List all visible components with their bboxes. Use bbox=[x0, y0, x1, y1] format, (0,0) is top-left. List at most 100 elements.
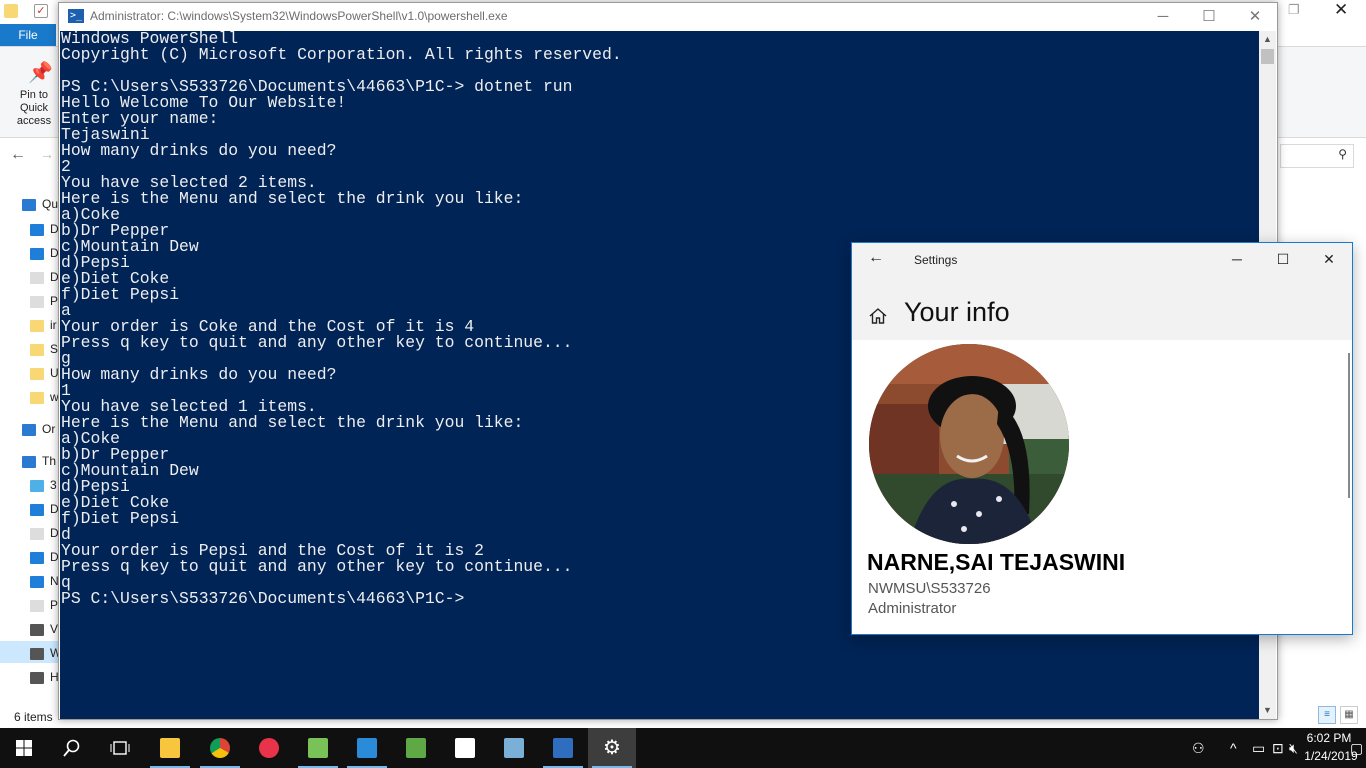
nav-item-icon bbox=[30, 319, 44, 332]
forward-arrow-icon[interactable]: → bbox=[40, 146, 54, 162]
user-name: NARNE,SAI TEJASWINI bbox=[867, 549, 1126, 575]
nav-item-icon bbox=[30, 551, 44, 564]
nav-item-label: V bbox=[50, 622, 59, 636]
user-account: NWMSU\S533726 bbox=[868, 580, 991, 597]
nav-item-icon bbox=[30, 527, 44, 540]
search-icon bbox=[63, 739, 80, 757]
visual-studio-code-icon bbox=[357, 738, 377, 758]
scroll-down-icon[interactable]: ▼ bbox=[1259, 702, 1276, 719]
taskbar-app-red[interactable] bbox=[245, 728, 293, 768]
nav-item-label: Qu bbox=[42, 197, 59, 211]
task-view-icon bbox=[110, 741, 130, 755]
pin-to-quick-access-label[interactable]: Pin to Quick access bbox=[8, 89, 60, 128]
details-view-icon[interactable]: ≡ bbox=[1318, 706, 1336, 724]
properties-icon[interactable]: ✓ bbox=[34, 4, 48, 18]
taskbar-powershell[interactable] bbox=[539, 728, 587, 768]
home-icon[interactable] bbox=[868, 306, 888, 326]
file-tab[interactable]: File bbox=[0, 24, 56, 46]
taskbar-file-explorer[interactable] bbox=[146, 728, 194, 768]
status-item-count: 6 items bbox=[14, 710, 53, 724]
nav-item-label: P bbox=[50, 598, 59, 612]
pin-icon[interactable]: 📌 bbox=[28, 60, 53, 85]
taskbar-app-green[interactable] bbox=[392, 728, 440, 768]
maximize-button[interactable]: ☐ bbox=[1260, 243, 1306, 276]
windows-logo-icon bbox=[16, 740, 32, 756]
restore-icon[interactable]: ❐ bbox=[1288, 2, 1300, 18]
powershell-icon bbox=[553, 738, 573, 758]
nav-item-label: 3 bbox=[50, 478, 57, 492]
search-icon: ⚲ bbox=[1338, 147, 1347, 161]
taskbar-visual-studio-code[interactable] bbox=[343, 728, 391, 768]
settings-header: Your info bbox=[852, 276, 1352, 340]
clock-time[interactable]: 6:02 PM bbox=[1302, 731, 1356, 745]
console-line: How many drinks do you need? bbox=[61, 365, 337, 384]
minimize-button[interactable]: ─ bbox=[1214, 243, 1260, 276]
battery-icon[interactable]: ▭ bbox=[1252, 740, 1265, 757]
nav-item-icon bbox=[30, 271, 44, 284]
taskbar-android-studio[interactable] bbox=[294, 728, 342, 768]
scroll-thumb[interactable] bbox=[1261, 49, 1274, 64]
console-line: How many drinks do you need? bbox=[61, 141, 337, 160]
task-view-button[interactable] bbox=[96, 728, 144, 768]
nav-item-label: S bbox=[50, 342, 59, 356]
volume-muted-icon[interactable]: 🔇︎ bbox=[1289, 740, 1298, 757]
nav-item-icon bbox=[30, 479, 44, 492]
back-arrow-icon[interactable]: ← bbox=[10, 146, 26, 164]
close-button[interactable]: ✕ bbox=[1232, 3, 1278, 31]
people-icon[interactable]: ⚇ bbox=[1192, 740, 1205, 757]
maximize-button[interactable]: ☐ bbox=[1186, 3, 1232, 31]
nav-item-icon bbox=[30, 575, 44, 588]
nav-item-icon bbox=[30, 223, 44, 236]
close-icon[interactable]: ✕ bbox=[1334, 0, 1348, 20]
nav-item-label: Th bbox=[42, 454, 57, 468]
view-toggle: ≡ ▦ bbox=[1318, 706, 1362, 726]
console-line: f)Diet Pepsi bbox=[61, 509, 180, 528]
network-icon[interactable]: ⊡ bbox=[1272, 740, 1284, 757]
taskbar: ⚙ ⚇ ^ ▭ ⊡ 🔇︎ ▢ 6:02 PM 1/24/2019 bbox=[0, 728, 1366, 768]
file-explorer-icon bbox=[160, 738, 180, 758]
search-button[interactable] bbox=[48, 728, 96, 768]
start-button[interactable] bbox=[0, 728, 48, 768]
chrome-icon bbox=[210, 738, 230, 758]
console-line: Copyright (C) Microsoft Corporation. All… bbox=[61, 45, 622, 64]
nav-item-icon bbox=[30, 647, 44, 660]
nav-item-icon bbox=[30, 671, 44, 684]
profile-photo bbox=[869, 344, 1069, 544]
nav-item-icon bbox=[30, 503, 44, 516]
photos-icon bbox=[455, 738, 475, 758]
taskbar-photos[interactable] bbox=[441, 728, 489, 768]
folder-icon bbox=[4, 4, 18, 18]
settings-window[interactable]: ← Settings ─ ☐ ✕ Your info NARNE,SAI TEJ… bbox=[851, 242, 1353, 635]
app-red-icon bbox=[259, 738, 279, 758]
settings-scrollbar[interactable] bbox=[1348, 353, 1350, 498]
scroll-up-icon[interactable]: ▲ bbox=[1259, 31, 1276, 48]
console-line: Here is the Menu and select the drink yo… bbox=[61, 189, 524, 208]
page-title: Your info bbox=[904, 297, 1010, 327]
taskbar-chrome[interactable] bbox=[196, 728, 244, 768]
explorer-search-input[interactable]: ⚲ bbox=[1280, 144, 1354, 168]
avatar[interactable] bbox=[869, 344, 1069, 544]
taskbar-app-blue[interactable] bbox=[490, 728, 538, 768]
nav-item-icon bbox=[22, 455, 36, 468]
nav-item-icon bbox=[30, 391, 44, 404]
taskbar-settings[interactable]: ⚙ bbox=[588, 728, 636, 768]
settings-title: Settings bbox=[914, 253, 958, 267]
nav-item-label: ir bbox=[50, 318, 57, 332]
user-role: Administrator bbox=[868, 600, 957, 617]
android-studio-icon bbox=[308, 738, 328, 758]
console-line: Press q key to quit and any other key to… bbox=[61, 333, 573, 352]
window-title: Administrator: C:\windows\System32\Windo… bbox=[90, 9, 508, 23]
nav-item-icon bbox=[30, 295, 44, 308]
app-blue-icon bbox=[504, 738, 524, 758]
settings-titlebar[interactable]: ← Settings ─ ☐ ✕ bbox=[852, 243, 1352, 276]
chevron-up-icon[interactable]: ^ bbox=[1230, 740, 1237, 756]
clock-date[interactable]: 1/24/2019 bbox=[1302, 749, 1360, 763]
tiles-view-icon[interactable]: ▦ bbox=[1340, 706, 1358, 724]
console-line: f)Diet Pepsi bbox=[61, 285, 180, 304]
back-arrow-icon[interactable]: ← bbox=[868, 249, 884, 267]
close-button[interactable]: ✕ bbox=[1306, 243, 1352, 276]
app-green-icon bbox=[406, 738, 426, 758]
powershell-titlebar[interactable]: >_ Administrator: C:\windows\System32\Wi… bbox=[59, 3, 1277, 31]
minimize-button[interactable]: ─ bbox=[1140, 3, 1186, 31]
console-line: PS C:\Users\S533726\Documents\44663\P1C-… bbox=[61, 589, 465, 608]
